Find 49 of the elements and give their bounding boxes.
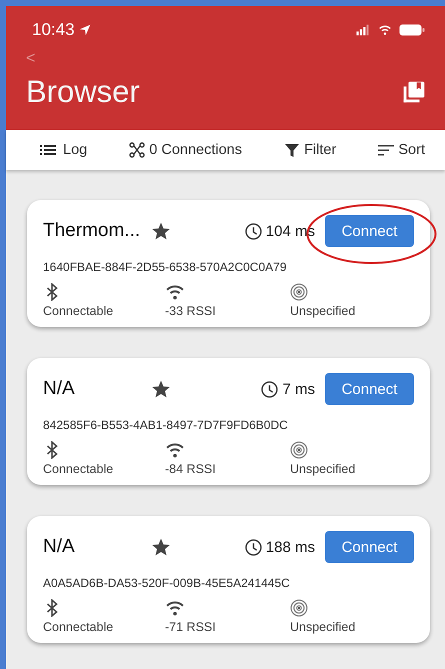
page-title: Browser bbox=[26, 74, 140, 110]
device-name: N/A bbox=[43, 536, 76, 558]
broadcast-icon bbox=[290, 599, 308, 617]
status-time: 10:43 bbox=[32, 20, 75, 40]
filter-button[interactable]: Filter bbox=[284, 142, 336, 158]
clock-icon bbox=[244, 222, 262, 240]
type-label: Unspecified bbox=[290, 620, 356, 634]
battery-icon bbox=[399, 24, 425, 36]
wifi-icon bbox=[165, 283, 185, 301]
broadcast-icon bbox=[290, 441, 308, 459]
wifi-icon bbox=[377, 24, 393, 36]
broadcast-icon bbox=[290, 283, 308, 301]
type-label: Unspecified bbox=[290, 462, 356, 476]
connectable-label: Connectable bbox=[43, 620, 114, 634]
device-name: Thermom... bbox=[43, 220, 142, 242]
device-card[interactable]: N/A 188 ms Connect A0A5AD6B-DA53-520F-009B-45E5A241445C Connectable -71 RSSI Unspecified bbox=[27, 516, 430, 643]
device-id: A0A5AD6B-DA53-520F-009B-45E5A241445C bbox=[43, 576, 291, 590]
connect-button[interactable]: Connect bbox=[325, 531, 414, 563]
latency-text: 188 ms bbox=[266, 538, 315, 556]
connectable-label: Connectable bbox=[43, 462, 114, 476]
device-id: 842585F6-B553-4AB1-8497-7D7F9FD6B0DC bbox=[43, 418, 289, 432]
star-icon bbox=[151, 221, 171, 241]
connectable-label: Connectable bbox=[43, 304, 114, 318]
connect-button[interactable]: Connect bbox=[325, 373, 414, 405]
clock-icon bbox=[261, 380, 278, 398]
rssi-label: -33 RSSI bbox=[165, 304, 216, 318]
device-name: N/A bbox=[43, 378, 76, 400]
filter-icon bbox=[284, 142, 300, 158]
signal-icon bbox=[354, 24, 371, 36]
rssi-label: -84 RSSI bbox=[165, 462, 216, 476]
sort-icon bbox=[378, 142, 394, 158]
star-icon bbox=[151, 537, 171, 557]
bookmarks-icon bbox=[403, 81, 425, 103]
latency-text: 7 ms bbox=[282, 380, 315, 398]
connections-button[interactable]: 0 Connections bbox=[129, 142, 242, 158]
wifi-icon bbox=[165, 599, 185, 617]
wifi-icon bbox=[165, 441, 185, 459]
clock-icon bbox=[244, 538, 262, 556]
list-icon bbox=[37, 142, 59, 158]
sort-button[interactable]: Sort bbox=[378, 142, 425, 158]
rssi-label: -71 RSSI bbox=[165, 620, 216, 634]
device-card[interactable]: N/A 7 ms Connect 842585F6-B553-4AB1-8497-7D7F9FD6B0DC Connectable -84 RSSI Unspecified bbox=[27, 358, 430, 485]
device-id: 1640FBAE-884F-2D55-6538-570A2C0C0A79 bbox=[43, 260, 288, 274]
type-label: Unspecified bbox=[290, 304, 356, 318]
log-button[interactable]: Log bbox=[37, 142, 88, 158]
location-arrow-icon bbox=[78, 24, 91, 36]
connect-button[interactable]: Connect bbox=[325, 215, 414, 247]
star-icon bbox=[151, 379, 171, 399]
network-icon bbox=[129, 142, 146, 158]
